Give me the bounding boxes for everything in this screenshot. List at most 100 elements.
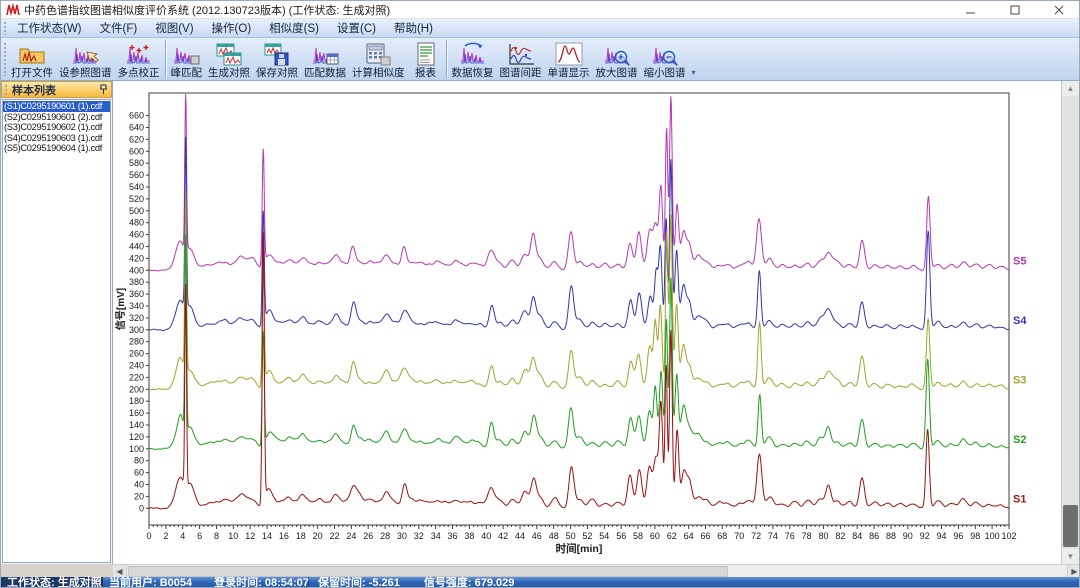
toolbar-button-label: 缩小图谱 bbox=[644, 67, 686, 79]
svg-text:56: 56 bbox=[616, 531, 626, 541]
menu-item-6[interactable]: 帮助(H) bbox=[385, 18, 442, 38]
svg-text:640: 640 bbox=[129, 123, 144, 133]
match-data-icon bbox=[310, 41, 340, 67]
open-file-button[interactable]: 打开文件 bbox=[8, 38, 56, 80]
data-restore-button[interactable]: 数据恢复 bbox=[449, 38, 497, 80]
menu-item-3[interactable]: 操作(O) bbox=[203, 18, 261, 38]
zoom-out-chart-button[interactable]: 缩小图谱 bbox=[641, 38, 689, 80]
sample-list-item-5[interactable]: (S5)C0295190604 (1).cdf bbox=[3, 143, 110, 154]
y-axis-title: 信号[mV] bbox=[114, 288, 127, 330]
status-login-time: 登录时间: 08:54:07 bbox=[214, 577, 309, 588]
set-reference-icon bbox=[70, 41, 100, 67]
svg-text:94: 94 bbox=[936, 531, 946, 541]
toolbar-overflow-button[interactable]: ▾ bbox=[689, 38, 699, 80]
svg-text:40: 40 bbox=[481, 531, 491, 541]
plot-frame bbox=[149, 93, 1009, 525]
spectra-spacing-icon bbox=[506, 41, 536, 67]
svg-text:90: 90 bbox=[903, 531, 913, 541]
svg-text:500: 500 bbox=[129, 206, 144, 216]
save-reference-button[interactable]: 保存对照 bbox=[253, 38, 301, 80]
series-label-S4: S4 bbox=[1013, 315, 1027, 327]
sample-list-item-4[interactable]: (S4)C0295190603 (1).cdf bbox=[3, 133, 110, 144]
series-label-S3: S3 bbox=[1013, 374, 1026, 386]
svg-text:660: 660 bbox=[129, 111, 144, 121]
zoom-in-chart-button[interactable]: 放大图谱 bbox=[593, 38, 641, 80]
sample-list-header: 样本列表 bbox=[1, 81, 112, 98]
toolbar-button-label: 生成对照 bbox=[208, 67, 250, 79]
svg-text:82: 82 bbox=[835, 531, 845, 541]
single-spectrum-icon bbox=[554, 41, 584, 67]
save-reference-icon bbox=[262, 41, 292, 67]
menu-item-0[interactable]: 工作状态(W) bbox=[8, 18, 91, 38]
vertical-scrollbar[interactable]: ▲ ▼ bbox=[1061, 81, 1079, 564]
vertical-scroll-thumb[interactable] bbox=[1063, 505, 1078, 547]
menu-item-2[interactable]: 视图(V) bbox=[146, 18, 202, 38]
svg-text:80: 80 bbox=[134, 456, 144, 466]
svg-text:100: 100 bbox=[985, 531, 1000, 541]
svg-text:46: 46 bbox=[532, 531, 542, 541]
svg-text:74: 74 bbox=[768, 531, 778, 541]
sample-list-panel: 样本列表 (S1)C0295190601 (1).cdf(S2)C0295190… bbox=[1, 81, 113, 564]
sample-list-item-3[interactable]: (S3)C0295190602 (1).cdf bbox=[3, 122, 110, 133]
svg-text:460: 460 bbox=[129, 230, 144, 240]
scroll-up-icon[interactable]: ▲ bbox=[1062, 81, 1079, 96]
status-filler bbox=[569, 577, 1080, 588]
svg-text:340: 340 bbox=[129, 301, 144, 311]
svg-text:68: 68 bbox=[717, 531, 727, 541]
series-label-S5: S5 bbox=[1013, 255, 1026, 267]
minimize-button[interactable] bbox=[949, 1, 993, 19]
svg-text:76: 76 bbox=[785, 531, 795, 541]
menu-item-4[interactable]: 相似度(S) bbox=[260, 18, 328, 38]
svg-text:240: 240 bbox=[129, 361, 144, 371]
menu-item-1[interactable]: 文件(F) bbox=[91, 18, 147, 38]
menu-bar: 工作状态(W)文件(F)视图(V)操作(O)相似度(S)设置(C)帮助(H) bbox=[1, 19, 1080, 38]
series-label-S2: S2 bbox=[1013, 434, 1026, 446]
y-axis: 0204060801001201401601802002202402602803… bbox=[129, 111, 149, 514]
multipoint-correction-button[interactable]: 多点校正 bbox=[115, 38, 163, 80]
menu-item-5[interactable]: 设置(C) bbox=[328, 18, 385, 38]
single-spectrum-button[interactable]: 单谱显示 bbox=[545, 38, 593, 80]
svg-text:40: 40 bbox=[134, 480, 144, 490]
peak-match-button[interactable]: 峰匹配 bbox=[168, 38, 206, 80]
svg-text:24: 24 bbox=[346, 531, 356, 541]
maximize-button[interactable] bbox=[993, 1, 1037, 19]
app-window: 中药色谱指纹图谱相似度评价系统 (2012.130723版本) (工作状态: 生… bbox=[0, 0, 1080, 588]
scroll-down-icon[interactable]: ▼ bbox=[1062, 549, 1079, 564]
svg-text:50: 50 bbox=[566, 531, 576, 541]
svg-text:54: 54 bbox=[599, 531, 609, 541]
svg-text:10: 10 bbox=[228, 531, 238, 541]
chromatogram-chart: 0204060801001201401601802002202402602803… bbox=[113, 81, 1063, 564]
panel-grip bbox=[4, 84, 9, 95]
svg-text:100: 100 bbox=[129, 444, 144, 454]
calc-similarity-button[interactable]: 计算相似度 bbox=[349, 38, 408, 80]
set-reference-button[interactable]: 设参照图谱 bbox=[56, 38, 115, 80]
report-button[interactable]: 报表 bbox=[408, 38, 444, 80]
calc-similarity-icon bbox=[363, 41, 393, 67]
toolbar-button-label: 打开文件 bbox=[11, 67, 53, 79]
horizontal-scroll-thumb[interactable] bbox=[128, 566, 728, 577]
svg-text:26: 26 bbox=[363, 531, 373, 541]
toolbar-button-label: 数据恢复 bbox=[452, 67, 494, 79]
svg-text:220: 220 bbox=[129, 372, 144, 382]
sample-list-item-1[interactable]: (S1)C0295190601 (1).cdf bbox=[3, 101, 110, 112]
sample-list-item-2[interactable]: (S2)C0295190601 (2).cdf bbox=[3, 112, 110, 123]
svg-text:160: 160 bbox=[129, 408, 144, 418]
svg-text:58: 58 bbox=[633, 531, 643, 541]
horizontal-scrollbar[interactable]: ◀ ▶ bbox=[113, 564, 1080, 577]
svg-text:520: 520 bbox=[129, 194, 144, 204]
chart-panel[interactable]: 0204060801001201401601802002202402602803… bbox=[113, 81, 1063, 564]
report-icon bbox=[411, 41, 441, 67]
pin-icon[interactable] bbox=[99, 84, 108, 95]
title-bar: 中药色谱指纹图谱相似度评价系统 (2012.130723版本) (工作状态: 生… bbox=[1, 1, 1080, 19]
toolbar-button-label: 报表 bbox=[415, 67, 436, 79]
spectra-spacing-button[interactable]: 图谱间距 bbox=[497, 38, 545, 80]
match-data-button[interactable]: 匹配数据 bbox=[301, 38, 349, 80]
toolbar: 打开文件设参照图谱多点校正峰匹配生成对照保存对照匹配数据计算相似度报表 数据恢复图… bbox=[1, 38, 1080, 81]
generate-reference-button[interactable]: 生成对照 bbox=[205, 38, 253, 80]
toolbar-button-label: 单谱显示 bbox=[548, 67, 590, 79]
svg-text:18: 18 bbox=[296, 531, 306, 541]
svg-text:180: 180 bbox=[129, 396, 144, 406]
close-button[interactable] bbox=[1037, 1, 1080, 19]
svg-text:6: 6 bbox=[197, 531, 202, 541]
toolbar-button-label: 设参照图谱 bbox=[59, 67, 112, 79]
